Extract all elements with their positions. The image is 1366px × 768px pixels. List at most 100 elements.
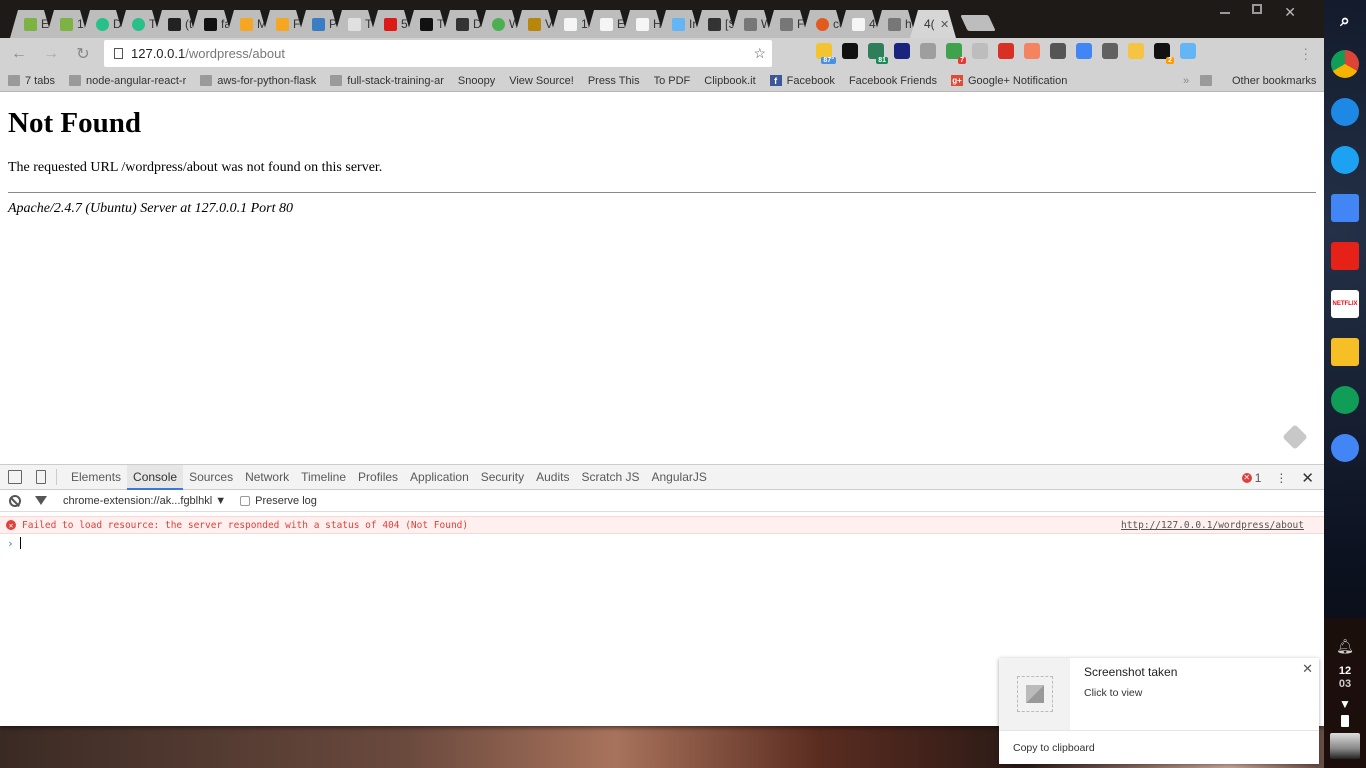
google-keep-icon[interactable] [1331,338,1359,366]
browser-tab[interactable]: 1! [46,10,88,38]
browser-tab[interactable]: 4 [838,10,880,38]
browser-tab[interactable]: D [82,10,124,38]
bookmark-item[interactable]: Press This [0,75,640,181]
browser-tab[interactable]: Tl [334,10,376,38]
snowflake-icon[interactable] [972,43,988,59]
bookmark-item[interactable]: Clipbook.it [0,75,756,181]
trello-like-icon[interactable]: 81 [868,43,888,64]
bookmark-item[interactable]: aws-for-python-flask [200,75,316,87]
amazon-icon[interactable]: 2 [1154,43,1174,64]
bookmark-item[interactable]: View Source! [0,75,574,181]
back-button[interactable]: ← [8,45,30,63]
spy-icon[interactable] [1050,43,1066,59]
devtools-tab-sources[interactable]: Sources [183,465,239,490]
browser-tab[interactable]: 1: [550,10,592,38]
preserve-log-checkbox[interactable] [240,495,251,506]
clear-console-icon[interactable] [9,494,21,507]
status-area[interactable]: 🔔︎ 12 03 ▼ [1324,618,1366,768]
devtools-tab-timeline[interactable]: Timeline [295,465,352,490]
browser-tab[interactable]: H [622,10,664,38]
off-toggle-icon[interactable] [1102,43,1118,59]
bookmark-item[interactable]: full-stack-training-ar [330,75,444,87]
bookmark-item[interactable]: 7 tabs [8,75,55,87]
google-translate-icon[interactable] [1076,43,1092,59]
devtools-tab-elements[interactable]: Elements [65,465,127,490]
context-selector[interactable]: chrome-extension://ak...fgblhkl ▼ [63,495,226,507]
copy-to-clipboard-button[interactable]: Copy to clipboard [999,730,1319,764]
browser-tab[interactable]: Fi [262,10,304,38]
page-info-icon[interactable] [114,48,123,59]
camera-icon[interactable] [920,43,936,59]
reload-button[interactable]: ↻ [72,44,94,64]
close-notification-icon[interactable]: ✕ [1302,661,1313,677]
play-icon[interactable] [842,43,858,59]
bookmark-item[interactable]: g+ Google+ Notification [950,75,1067,87]
close-devtools-icon[interactable]: ✕ [1301,469,1314,487]
devtools-tab-network[interactable]: Network [239,465,295,490]
devtools-tab-scratch-js[interactable]: Scratch JS [575,465,645,490]
bookmark-item[interactable]: To PDF [0,75,690,181]
browser-tab[interactable]: V [514,10,556,38]
filter-icon[interactable] [35,496,47,505]
close-window-button[interactable]: ✕ [1284,4,1296,21]
browser-tab[interactable]: F [766,10,808,38]
bookmark-item[interactable]: node-angular-react-r [68,75,186,87]
notification-message[interactable]: Click to view [1084,687,1142,699]
devtools-menu-icon[interactable]: ⋮ [1275,471,1287,485]
bookmark-item[interactable]: Facebook Friends [0,75,937,181]
bookmark-star-icon[interactable]: ☆ [753,45,766,62]
netflix-icon[interactable]: NETFLIX [1331,290,1359,318]
address-bar[interactable]: 127.0.0.1/wordpress/about ☆ [104,40,772,67]
browser-tab[interactable]: P [298,10,340,38]
browser-tab[interactable]: Ec [10,10,52,38]
weather-icon[interactable]: 87° [816,43,836,64]
emoji-icon[interactable] [1128,43,1144,59]
bookmark-item[interactable]: Snoopy [0,75,495,181]
inspect-element-icon[interactable] [8,470,22,484]
minimize-button[interactable] [1220,4,1231,14]
error-counter[interactable]: ✕ 1 [1241,471,1261,485]
other-bookmarks[interactable]: Other bookmarks [1200,75,1316,87]
browser-tab[interactable]: [S [694,10,736,38]
user-avatar[interactable] [1330,733,1360,759]
browser-tab[interactable]: D [442,10,484,38]
maximize-button[interactable] [1252,4,1263,14]
device-mode-icon[interactable] [36,470,46,484]
blue-bird-icon[interactable] [1180,43,1196,59]
devtools-tab-profiles[interactable]: Profiles [352,465,404,490]
browser-tab[interactable]: 4(✕ [910,10,956,38]
browser-tab[interactable]: E [586,10,628,38]
browser-tab[interactable]: h [874,10,916,38]
hangouts-icon[interactable] [1331,386,1359,414]
browser-tab[interactable]: fa [190,10,232,38]
chrome-icon[interactable] [1331,50,1359,78]
youtube-icon[interactable] [1331,242,1359,270]
devtools-tab-application[interactable]: Application [404,465,475,490]
bookmarks-overflow-button[interactable]: » [1183,75,1189,87]
bars-icon[interactable] [894,43,910,59]
browser-tab[interactable]: cc [802,10,844,38]
feedly-icon[interactable] [1282,424,1308,450]
orange-circle-icon[interactable] [1024,43,1040,59]
pushbullet-icon[interactable]: 7 [946,43,966,64]
console-input[interactable]: › [0,534,1324,552]
bookmark-item[interactable]: f Facebook [769,75,835,87]
devtools-tab-security[interactable]: Security [475,465,530,490]
browser-tab[interactable]: Tl [406,10,448,38]
notification-bell-icon[interactable]: 🔔︎ [1336,638,1354,655]
browser-tab[interactable]: Tl [118,10,160,38]
devtools-tab-audits[interactable]: Audits [530,465,575,490]
close-tab-icon[interactable]: ✕ [940,18,949,31]
error-source-link[interactable]: http://127.0.0.1/wordpress/about [1121,520,1304,531]
browser-tab[interactable]: Ir [658,10,700,38]
new-tab-button[interactable] [960,15,996,31]
gmail-icon[interactable] [998,43,1014,59]
devtools-tab-console[interactable]: Console [127,464,184,490]
browser-tab[interactable]: 5 [370,10,412,38]
twitter-icon[interactable] [1331,146,1359,174]
browser-tab[interactable]: W [730,10,772,38]
preserve-log-option[interactable]: Preserve log [240,495,317,507]
google-cloud-icon[interactable] [1331,434,1359,462]
google-docs-icon[interactable] [1331,194,1359,222]
screenshot-notification[interactable]: Screenshot taken Click to view ✕ Copy to… [999,658,1319,764]
